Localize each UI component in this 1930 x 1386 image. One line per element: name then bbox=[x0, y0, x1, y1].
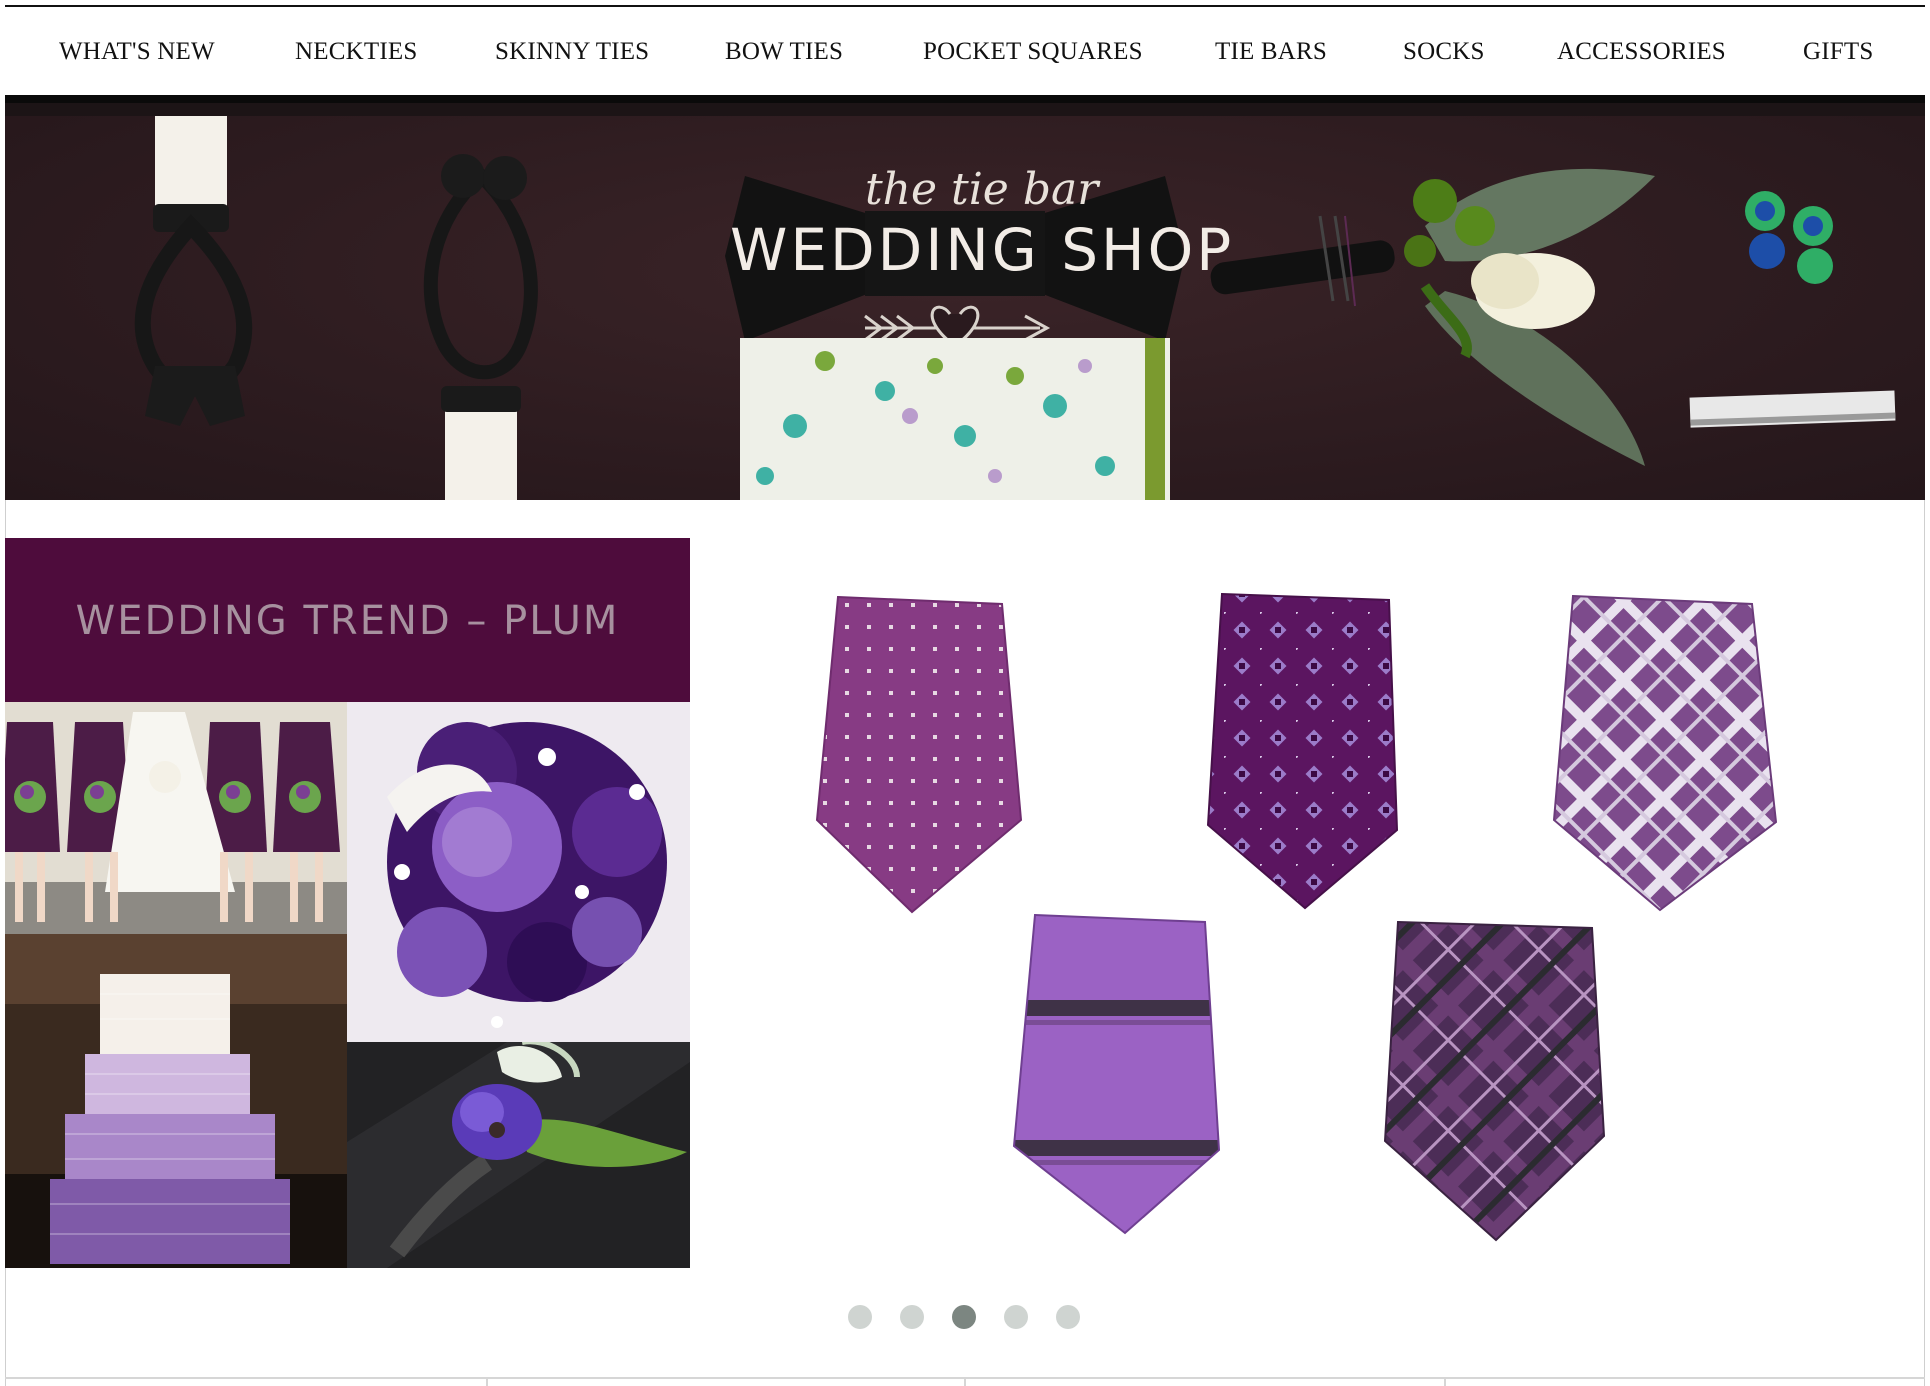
bottom-column-divider bbox=[486, 1377, 488, 1386]
plaid-plum-tie bbox=[1552, 594, 1778, 912]
carousel-dot-5[interactable] bbox=[1056, 1305, 1080, 1329]
carousel-dot-4[interactable] bbox=[1004, 1305, 1028, 1329]
dotted-plum-tie bbox=[815, 595, 1023, 914]
bottom-column-divider bbox=[1444, 1377, 1446, 1386]
dark-plaid-tie bbox=[1383, 920, 1606, 1242]
bottom-column-divider bbox=[964, 1377, 966, 1386]
carousel-dot-1[interactable] bbox=[848, 1305, 872, 1329]
plum-ties-collection bbox=[815, 592, 1778, 1242]
carousel-dot-2[interactable] bbox=[900, 1305, 924, 1329]
striped-lavender-tie bbox=[1012, 913, 1221, 1235]
foulard-plum-tie bbox=[1206, 592, 1399, 910]
carousel-dot-3-active[interactable] bbox=[952, 1305, 976, 1329]
